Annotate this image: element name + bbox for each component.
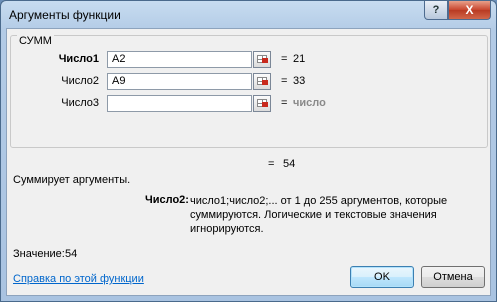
arg2-ref-button[interactable] — [253, 73, 271, 90]
arg1-label: Число1 — [58, 53, 99, 65]
function-arguments-dialog: Аргументы функции ? X СУММ Число1 A2 = 2… — [0, 0, 497, 302]
help-button[interactable]: ? — [424, 1, 448, 20]
ok-button[interactable]: OK — [350, 266, 414, 288]
function-name: СУММ — [17, 35, 54, 47]
arg3-result: число — [293, 97, 326, 109]
arg3-label: Число3 — [61, 97, 99, 109]
arg3-ref-button[interactable] — [253, 95, 271, 112]
function-group: СУММ Число1 A2 = 21 Число2 A9 = 33 Число… — [10, 35, 488, 148]
collapse-arrow-icon — [262, 102, 268, 107]
arg2-equals: = — [281, 75, 288, 87]
cancel-button[interactable]: Отмена — [421, 266, 485, 288]
title-bar[interactable]: Аргументы функции ? X — [1, 1, 496, 28]
overall-equals: = — [268, 158, 275, 170]
value-label: Значение: — [13, 248, 65, 260]
collapse-arrow-icon — [262, 58, 268, 63]
dialog-client-area: СУММ Число1 A2 = 21 Число2 A9 = 33 Число… — [6, 28, 491, 296]
overall-result: 54 — [283, 158, 296, 170]
function-help-link[interactable]: Справка по этой функции — [13, 273, 144, 285]
function-description: Суммирует аргументы. — [13, 174, 131, 186]
collapse-arrow-icon — [262, 80, 268, 85]
value-result: 54 — [65, 248, 78, 260]
arg1-ref-button[interactable] — [253, 51, 271, 68]
argument-help-label: Число2: — [145, 194, 189, 206]
arg1-equals: = — [281, 53, 288, 65]
arg2-input[interactable]: A9 — [107, 73, 252, 90]
arg2-result: 33 — [293, 75, 306, 87]
arg1-result: 21 — [293, 53, 306, 65]
dialog-title: Аргументы функции — [9, 8, 121, 22]
arg1-input[interactable]: A2 — [107, 51, 252, 68]
argument-help-text: число1;число2;... от 1 до 255 аргументов… — [190, 195, 448, 235]
close-button[interactable]: X — [448, 1, 491, 20]
arg3-equals: = — [281, 97, 288, 109]
arg2-label: Число2 — [61, 75, 99, 87]
arg3-input[interactable] — [107, 95, 252, 112]
